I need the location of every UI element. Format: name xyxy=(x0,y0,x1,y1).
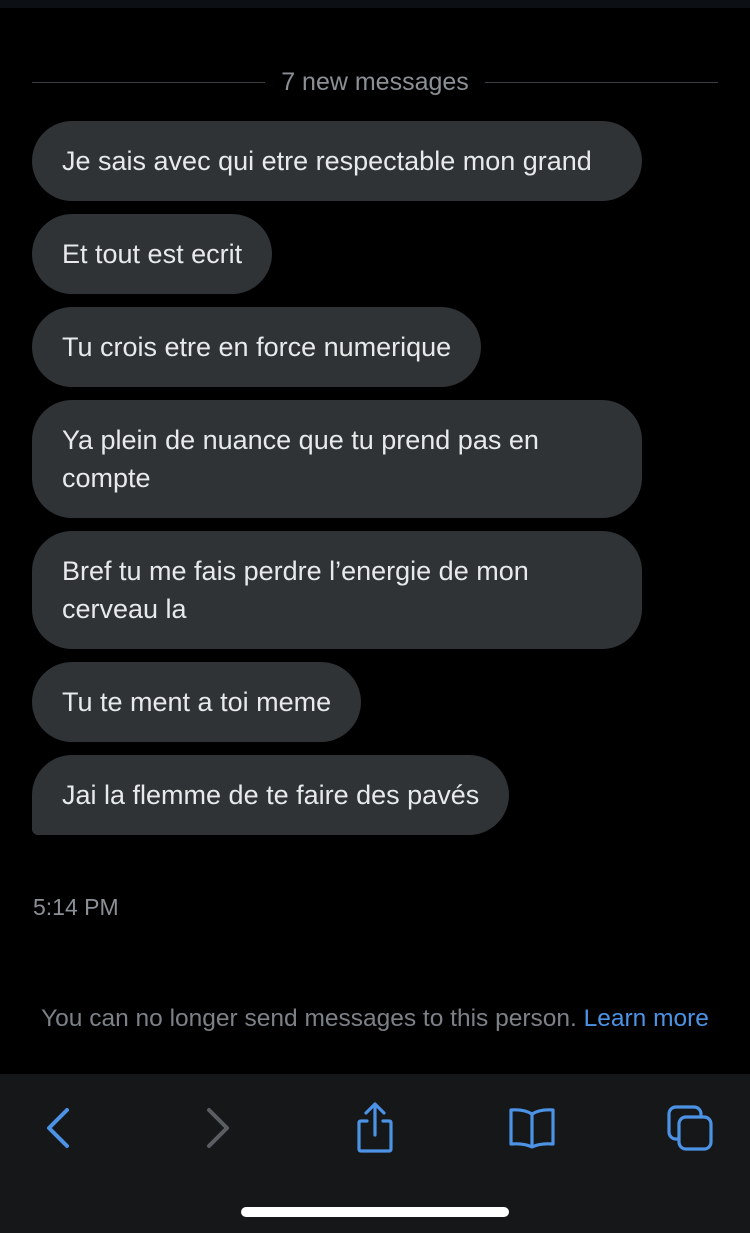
tabs-button[interactable] xyxy=(660,1098,720,1158)
blocked-notice-text: You can no longer send messages to this … xyxy=(41,1005,577,1032)
new-messages-divider: 7 new messages xyxy=(32,62,719,102)
message-bubble[interactable]: Et tout est ecrit xyxy=(32,214,273,294)
chevron-right-icon xyxy=(207,1108,229,1148)
forward-button[interactable] xyxy=(188,1098,248,1158)
message-bubble[interactable]: Tu crois etre en force numerique xyxy=(32,307,482,387)
new-messages-label: 7 new messages xyxy=(281,67,469,96)
divider-line-left xyxy=(32,81,266,83)
share-icon xyxy=(357,1102,393,1153)
learn-more-link[interactable]: Learn more xyxy=(584,1005,709,1032)
chevron-left-icon xyxy=(47,1108,69,1148)
book-icon xyxy=(509,1108,555,1149)
message-bubble[interactable]: Jai la flemme de te faire des pavés xyxy=(32,755,510,835)
message-list: Je sais avec qui etre respectable mon gr… xyxy=(32,121,672,848)
home-indicator[interactable] xyxy=(241,1207,509,1217)
message-timestamp: 5:14 PM xyxy=(33,894,119,920)
message-bubble[interactable]: Je sais avec qui etre respectable mon gr… xyxy=(32,121,642,201)
top-edge xyxy=(0,0,750,8)
message-bubble[interactable]: Bref tu me fais perdre l’energie de mon … xyxy=(32,531,642,649)
message-bubble[interactable]: Ya plein de nuance que tu prend pas en c… xyxy=(32,400,642,518)
divider-line-right xyxy=(484,81,719,83)
share-button[interactable] xyxy=(345,1098,405,1158)
message-bubble[interactable]: Tu te ment a toi meme xyxy=(32,662,362,742)
blocked-notice: You can no longer send messages to this … xyxy=(0,1005,750,1033)
tabs-icon xyxy=(667,1105,713,1151)
back-button[interactable] xyxy=(28,1098,88,1158)
bookmarks-button[interactable] xyxy=(502,1098,562,1158)
